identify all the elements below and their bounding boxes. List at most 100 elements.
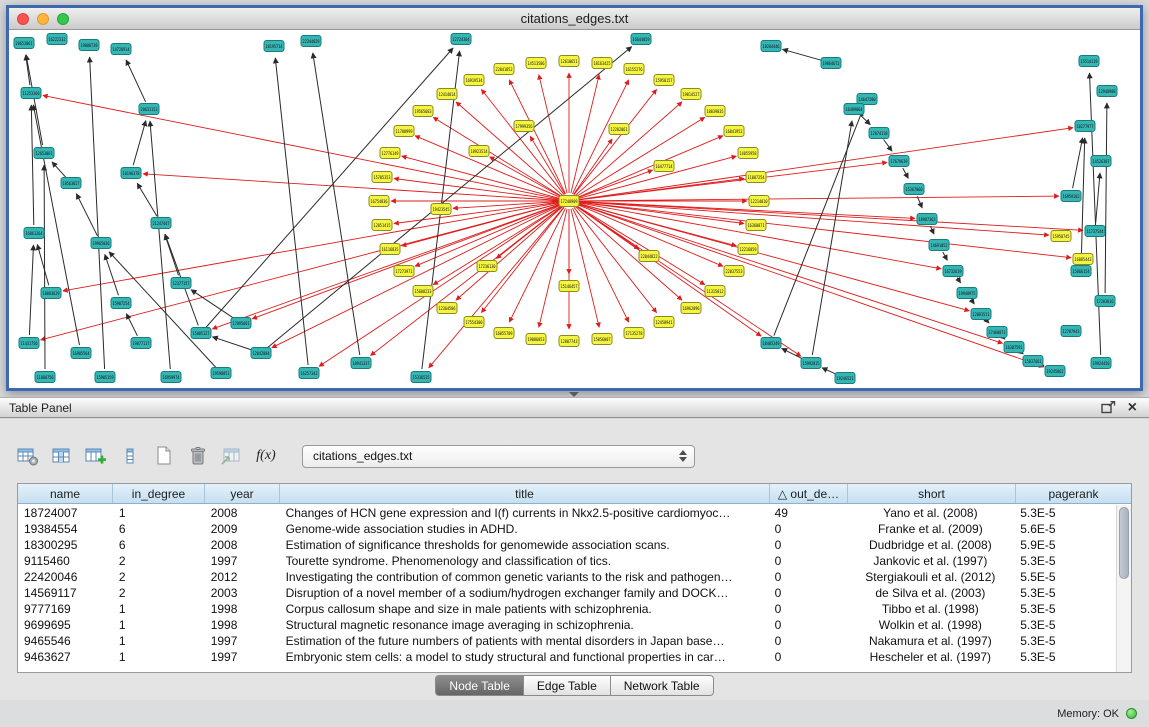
graph-node[interactable]: 14728914 xyxy=(111,44,131,55)
scrollbar-thumb[interactable] xyxy=(1119,507,1129,579)
graph-node[interactable]: 15907254 xyxy=(111,298,131,309)
graph-node[interactable]: 20653061 xyxy=(14,38,34,49)
graph-node[interactable]: 12874118 xyxy=(869,128,889,139)
graph-node[interactable]: 20631153 xyxy=(139,104,159,115)
graph-node[interactable]: 19965036 xyxy=(91,238,111,249)
graph-node[interactable]: 15514119 xyxy=(1079,56,1099,67)
graph-node[interactable]: 12610651 xyxy=(559,56,579,67)
graph-node[interactable]: 17273971 xyxy=(394,266,414,277)
graph-node[interactable]: 16919534 xyxy=(464,75,484,86)
table-row[interactable]: 2242004622012Investigating the contribut… xyxy=(18,569,1116,585)
graph-node[interactable]: 12724304 xyxy=(451,34,471,45)
new-table-icon[interactable] xyxy=(150,443,178,469)
graph-node[interactable]: 16222332 xyxy=(47,34,67,45)
graph-node[interactable]: 16644059 xyxy=(631,34,651,45)
graph-node[interactable]: 14647200 xyxy=(857,94,877,105)
graph-node[interactable]: 11253360 xyxy=(21,88,41,99)
graph-node[interactable]: 15958745 xyxy=(1051,231,1071,242)
table-selector-dropdown[interactable]: citations_edges.txt xyxy=(302,445,695,468)
graph-node[interactable]: 18163425 xyxy=(592,58,612,69)
graph-node[interactable]: 14513506 xyxy=(526,58,546,69)
table-row[interactable]: 946554611997Estimation of the future num… xyxy=(18,633,1116,649)
window-titlebar[interactable]: citations_edges.txt xyxy=(9,8,1140,30)
graph-node[interactable]: 10196378 xyxy=(121,168,141,179)
graph-node[interactable]: 12807743 xyxy=(559,336,579,347)
graph-node[interactable]: 21247447 xyxy=(151,218,171,229)
show-columns-icon[interactable] xyxy=(48,443,76,469)
graph-node[interactable]: 12940908 xyxy=(1097,86,1117,97)
graph-node[interactable]: 12458941 xyxy=(654,317,674,328)
graph-node[interactable]: 15037601 xyxy=(1023,356,1043,367)
tab-network-table[interactable]: Network Table xyxy=(611,675,714,696)
graph-node[interactable]: 16885443 xyxy=(1073,254,1093,265)
graph-node[interactable]: 17240909 xyxy=(559,196,579,207)
graph-node[interactable]: 16732619 xyxy=(943,266,963,277)
table-mode-icon[interactable] xyxy=(14,443,42,469)
graph-node[interactable]: 19590851 xyxy=(211,368,231,379)
graph-node[interactable]: 14526307 xyxy=(1091,156,1111,167)
table-row[interactable]: 911546021997Tourette syndrome. Phenomeno… xyxy=(18,553,1116,569)
graph-node[interactable]: 17460071 xyxy=(987,327,1007,338)
graph-node[interactable]: 19245862 xyxy=(1045,366,1065,377)
graph-node[interactable]: 12776149 xyxy=(380,148,400,159)
graph-node[interactable]: 18039035 xyxy=(705,106,725,117)
close-panel-icon[interactable]: × xyxy=(1128,402,1137,414)
graph-node[interactable]: 18987363 xyxy=(917,214,937,225)
table-row[interactable]: 1456911722003Disruption of a novel membe… xyxy=(18,585,1116,601)
graph-node[interactable]: 18195714 xyxy=(264,41,284,52)
graph-node[interactable]: 18204446 xyxy=(761,41,781,52)
graph-node[interactable]: 19077117 xyxy=(131,338,151,349)
graph-node[interactable]: 16155276 xyxy=(624,64,644,75)
table-row[interactable]: 1938455462009Genome-wide association stu… xyxy=(18,521,1116,537)
network-canvas[interactable]: 1724090912214010110072541485595816041952… xyxy=(9,31,1140,388)
graph-node[interactable]: 17236130 xyxy=(477,261,497,272)
graph-node[interactable]: 16489064 xyxy=(844,104,864,115)
graph-node[interactable]: 16116835 xyxy=(380,244,400,255)
graph-node[interactable]: 16754836 xyxy=(369,196,389,207)
column-header-name[interactable]: name xyxy=(18,484,113,503)
graph-node[interactable]: 17203016 xyxy=(1095,296,1115,307)
graph-node[interactable]: 15367060 xyxy=(904,184,924,195)
graph-node[interactable]: 17554300 xyxy=(464,317,484,328)
graph-node[interactable]: 18405349 xyxy=(761,338,781,349)
minimize-window-button[interactable] xyxy=(37,13,49,25)
graph-node[interactable]: 19423545 xyxy=(431,204,451,215)
graph-node[interactable]: 12707943 xyxy=(1061,326,1081,337)
table-row[interactable]: 1872400712008Changes of HCN gene express… xyxy=(18,505,1116,521)
tab-node-table[interactable]: Node Table xyxy=(435,675,524,696)
graph-node[interactable]: 19014527 xyxy=(681,89,701,100)
create-column-icon[interactable] xyxy=(82,443,110,469)
column-header-year[interactable]: year xyxy=(205,484,280,503)
graph-node[interactable]: 19864672 xyxy=(821,58,841,69)
graph-node[interactable]: 22344029 xyxy=(301,36,321,47)
graph-node[interactable]: 17999356 xyxy=(514,121,534,132)
graph-node[interactable]: 15866154 xyxy=(1071,266,1091,277)
graph-node[interactable]: 16959974 xyxy=(161,372,181,383)
graph-node[interactable]: 11880756 xyxy=(35,372,55,383)
graph-node[interactable]: 15705353 xyxy=(372,172,392,183)
graph-node[interactable]: 16055709 xyxy=(494,328,514,339)
graph-node[interactable]: 19924450 xyxy=(1091,358,1111,369)
network-graph[interactable]: 1724090912214010110072541485595816041952… xyxy=(9,31,1140,388)
tab-edge-table[interactable]: Edge Table xyxy=(524,675,611,696)
graph-node[interactable]: 11315012 xyxy=(705,286,725,297)
graph-node[interactable]: 18003629 xyxy=(41,288,61,299)
graph-node[interactable]: 11708999 xyxy=(394,126,414,137)
graph-node[interactable]: 18277977 xyxy=(1075,121,1095,132)
graph-node[interactable]: 22037553 xyxy=(724,266,744,277)
graph-node[interactable]: 19086053 xyxy=(526,334,546,345)
graph-node[interactable]: 16387591 xyxy=(1004,342,1024,353)
import-table-icon[interactable] xyxy=(218,443,246,469)
graph-node[interactable]: 11007254 xyxy=(746,172,766,183)
column-header-short[interactable]: short xyxy=(848,484,1016,503)
graph-node[interactable]: 18563827 xyxy=(61,178,81,189)
graph-node[interactable]: 17679639 xyxy=(889,156,909,167)
delete-table-icon[interactable] xyxy=(184,443,212,469)
graph-node[interactable]: 12214010 xyxy=(749,196,769,207)
graph-node[interactable]: 16360871 xyxy=(746,220,766,231)
function-builder-icon[interactable]: f(x) xyxy=(252,443,280,469)
column-header-pagerank[interactable]: pagerank xyxy=(1016,484,1131,503)
graph-node[interactable]: 12202061 xyxy=(609,124,629,135)
graph-node[interactable]: 17135278 xyxy=(624,328,644,339)
graph-node[interactable]: 15608233 xyxy=(413,286,433,297)
